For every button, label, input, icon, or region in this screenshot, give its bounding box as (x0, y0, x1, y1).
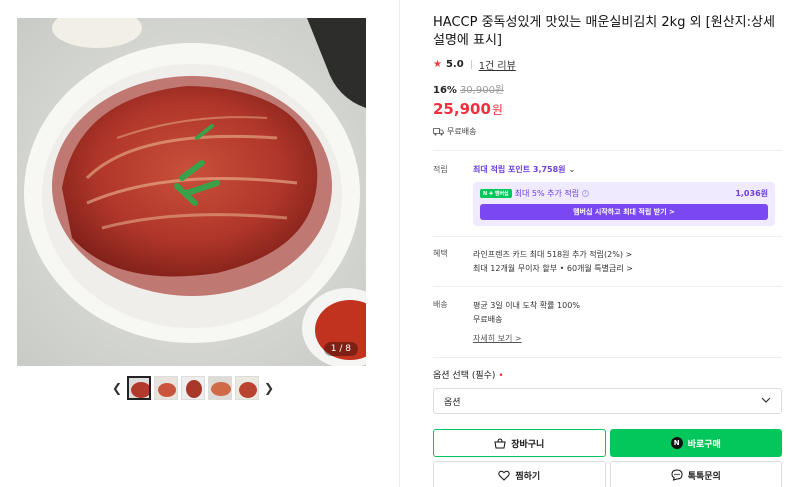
thumbnail[interactable] (154, 376, 178, 400)
chat-bubble-icon (671, 469, 683, 481)
photo-counter: 1 / 8 (323, 342, 358, 356)
discount-rate: 16% (433, 85, 457, 96)
delivery-content: 평균 3일 이내 도착 확률 100% 무료배송 자세히 보기 > (473, 299, 783, 346)
chevron-down-icon: ⌄ (568, 165, 576, 174)
main-product-image[interactable]: 1 / 8 (17, 18, 366, 366)
buy-now-label: 바로구매 (687, 439, 721, 450)
secondary-actions: 찜하기 톡톡문의 (433, 461, 782, 487)
section-divider (433, 357, 782, 358)
rating-score: 5.0 (445, 59, 464, 70)
naver-n-icon: N (670, 437, 683, 449)
kimchi-photo (17, 18, 366, 366)
star-icon: ★ (433, 59, 442, 70)
buy-now-button[interactable]: N 바로구매 (609, 429, 782, 457)
thumbnail-image (129, 378, 149, 398)
wishlist-button[interactable]: 찜하기 (433, 461, 606, 487)
add-to-cart-label: 장바구니 (511, 439, 545, 450)
rating-summary: ★ 5.0 1건 리뷰 (433, 57, 783, 72)
wishlist-label: 찜하기 (515, 471, 541, 482)
required-mark: • (498, 371, 504, 381)
installment-benefit-link[interactable]: 최대 12개월 무이자 할부 • 60개월 특별금리 > (473, 262, 783, 276)
benefits-content: 라인프렌즈 카드 최대 518원 추가 적립(2%) > 최대 12개월 무이자… (473, 248, 783, 276)
divider (470, 60, 472, 69)
thumbnail[interactable] (235, 376, 259, 400)
chevron-right-icon[interactable]: ❯ (262, 376, 276, 400)
membership-points-box: N ✚ 멤버십 최대 5% 추가 적립 i 1,036원 멤버십 시작하고 최대… (473, 182, 775, 226)
extra-rate-text: 최대 5% 추가 적립 (514, 189, 580, 198)
section-divider (433, 286, 782, 287)
sale-price: 25,900 (433, 100, 491, 118)
option-select-value: 옵션 (444, 397, 461, 408)
option-select[interactable]: 옵션 (433, 388, 782, 414)
section-divider (433, 236, 782, 237)
membership-start-button[interactable]: 멤버십 시작하고 최대 적립 받기 > (480, 204, 768, 220)
chevron-down-icon (761, 396, 771, 406)
sale-price-unit: 원 (491, 103, 503, 117)
product-title: HACCP 중독성있게 맛있는 매운실비김치 2kg 외 [원산지:상세설명에 … (433, 15, 775, 48)
talk-inquiry-label: 톡톡문의 (687, 471, 721, 482)
free-shipping-text: 무료배송 (447, 127, 477, 136)
card-benefit-link[interactable]: 라인프렌즈 카드 최대 518원 추가 적립(2%) > (473, 248, 783, 262)
thumbnail[interactable] (208, 376, 232, 400)
points-content: 최대 적립 포인트 3,758원 ⌄ N ✚ 멤버십 최대 5% 추가 적립 i… (473, 164, 783, 226)
thumbnail-image (209, 377, 231, 399)
shopping-bag-icon (494, 437, 506, 448)
delivery-fee: 무료배송 (473, 315, 503, 324)
option-label: 옵션 선택 (필수) • (433, 368, 783, 381)
free-shipping-tag: 무료배송 (433, 126, 783, 137)
chevron-left-icon[interactable]: ❮ (110, 376, 124, 400)
delivery-row: 배송 평균 3일 이내 도착 확률 100% 무료배송 자세히 보기 > (433, 299, 783, 346)
points-row: 적립 최대 적립 포인트 3,758원 ⌄ N ✚ 멤버십 최대 5% 추가 적… (433, 164, 783, 226)
thumbnail-image (182, 377, 204, 399)
sale-price-line: 25,900 원 (433, 100, 783, 118)
points-label: 적립 (433, 165, 448, 174)
thumbnail[interactable] (181, 376, 205, 400)
extra-points-amount: 1,036원 (735, 189, 768, 198)
talk-inquiry-button[interactable]: 톡톡문의 (609, 461, 782, 487)
original-price: 30,900원 (459, 85, 505, 96)
option-section: 옵션 선택 (필수) • 옵션 (433, 368, 783, 414)
info-icon[interactable]: i (582, 190, 590, 197)
thumbnail-strip: ❮ ❯ (110, 376, 276, 400)
benefits-label: 혜택 (433, 249, 448, 258)
delivery-estimate: 평균 3일 이내 도착 확률 100% (473, 301, 580, 310)
thumbnail[interactable] (127, 376, 151, 400)
max-points-toggle[interactable]: 최대 적립 포인트 3,758원 ⌄ (473, 164, 575, 175)
option-label-text: 옵션 선택 (필수) (433, 371, 496, 381)
product-info-panel: HACCP 중독성있게 맛있는 매운실비김치 2kg 외 [원산지:상세설명에 … (433, 14, 783, 487)
extra-points-line: N ✚ 멤버십 최대 5% 추가 적립 i 1,036원 (480, 188, 768, 199)
delivery-detail-link[interactable]: 자세히 보기 > (473, 332, 783, 346)
thumbnail-image (236, 377, 258, 399)
panel-divider (399, 0, 400, 487)
npay-membership-badge: N ✚ 멤버십 (480, 189, 512, 198)
primary-actions: 장바구니 N 바로구매 (433, 429, 782, 457)
thumbnail-image (155, 377, 177, 399)
max-points-text: 최대 적립 포인트 3,758원 (473, 165, 566, 174)
delivery-label: 배송 (433, 300, 448, 309)
section-divider (433, 150, 782, 151)
truck-icon (433, 127, 444, 135)
benefits-row: 혜택 라인프렌즈 카드 최대 518원 추가 적립(2%) > 최대 12개월 … (433, 248, 783, 276)
original-price-line: 16% 30,900원 (433, 81, 783, 96)
heart-icon (498, 470, 511, 481)
add-to-cart-button[interactable]: 장바구니 (433, 429, 606, 457)
review-count-link[interactable]: 1건 리뷰 (479, 57, 516, 72)
